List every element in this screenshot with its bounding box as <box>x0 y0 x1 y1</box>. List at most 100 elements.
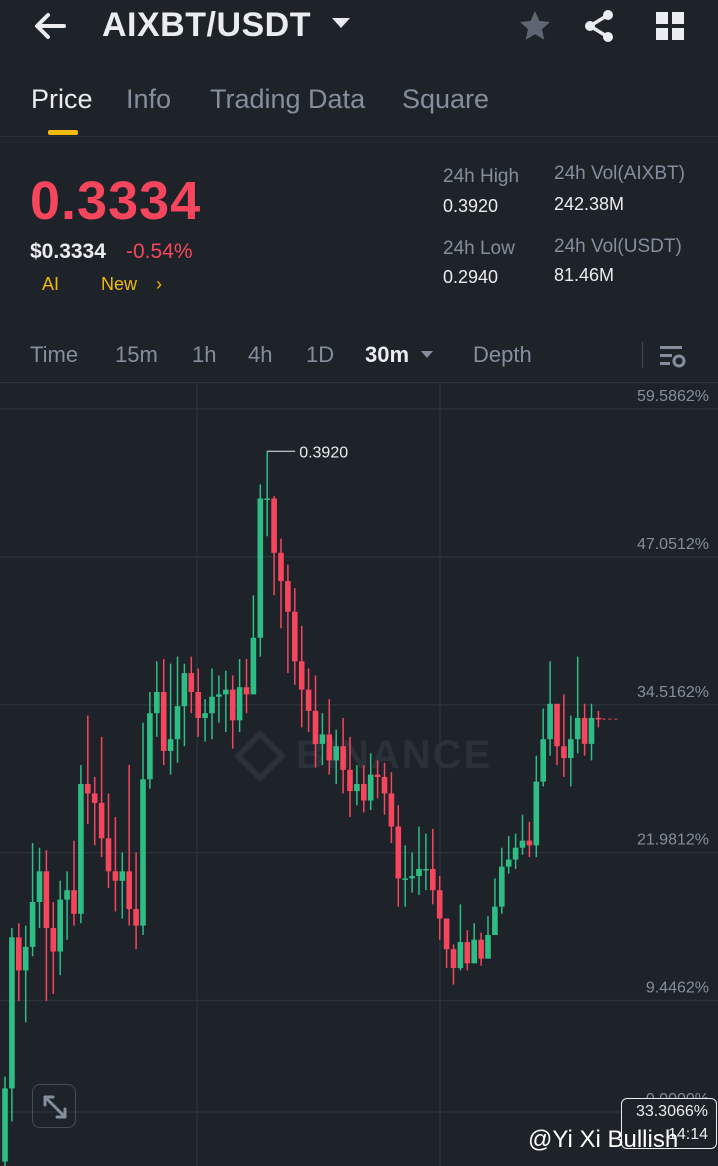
ai-tag[interactable]: AI <box>42 274 59 295</box>
candle-body <box>374 774 381 777</box>
tab-square[interactable]: Square <box>402 84 489 115</box>
candle-body <box>533 781 540 846</box>
candle-body <box>409 876 415 879</box>
candle-body <box>485 935 491 959</box>
candle-body <box>188 673 195 692</box>
interval-4h[interactable]: 4h <box>248 342 272 368</box>
expand-chart-button[interactable] <box>32 1084 76 1128</box>
candle-body <box>126 871 132 910</box>
candle-body <box>554 703 560 747</box>
candlestick-chart[interactable]: 59.5862% 47.0512% 34.5162% 21.9812% 9.4462% 0… <box>0 384 718 1166</box>
candle-body <box>36 871 43 902</box>
share-icon[interactable] <box>581 8 617 44</box>
candle-body <box>347 769 353 792</box>
vol-base-label: 24h Vol(AIXBT) <box>554 163 685 184</box>
new-tag[interactable]: New <box>101 274 137 295</box>
candle-body <box>416 868 422 877</box>
candle-body <box>257 498 264 638</box>
candle-body <box>195 691 201 718</box>
y-tick-label: 9.4462% <box>646 980 709 997</box>
binance-logo-icon <box>233 729 287 783</box>
high-value: 0.3920 <box>443 196 499 216</box>
candle-body <box>319 734 326 744</box>
grid-icon[interactable] <box>652 8 688 44</box>
interval-1h[interactable]: 1h <box>192 342 216 368</box>
candle-body <box>388 793 395 827</box>
active-tab-indicator <box>48 130 78 135</box>
star-icon[interactable] <box>517 8 553 44</box>
candle-body <box>78 784 84 914</box>
caret-down-icon[interactable] <box>330 16 352 30</box>
price-change: -0.54% <box>126 240 193 263</box>
candle-body <box>588 717 595 744</box>
vol-base-value: 242.38M <box>554 194 625 214</box>
watermark-credit: @Yi Xi Bullish <box>528 1126 679 1153</box>
back-arrow-icon[interactable] <box>30 8 70 44</box>
candle-body <box>64 890 70 900</box>
candle-body <box>505 859 512 867</box>
candle-body <box>91 793 98 803</box>
candle-body <box>595 717 602 720</box>
candle-body <box>457 942 464 969</box>
candle-body <box>547 703 553 740</box>
candle-body <box>499 866 505 907</box>
chart-canvas: 59.5862% 47.0512% 34.5162% 21.9812% 9.4462% 0… <box>0 384 718 1166</box>
candle-body <box>174 706 181 740</box>
candle-body <box>312 710 319 744</box>
chart-settings-icon[interactable] <box>658 343 686 369</box>
candle-body <box>264 498 270 501</box>
candle-body <box>133 909 139 926</box>
tab-bar: Price Info Trading Data Square <box>0 80 718 137</box>
interval-1d[interactable]: 1D <box>306 342 334 368</box>
candle-body <box>568 739 574 759</box>
candle-body <box>381 776 388 794</box>
candle-body <box>478 939 484 959</box>
candle-body <box>22 946 29 971</box>
last-price: 0.3334 <box>30 171 202 231</box>
candle-body <box>229 689 236 721</box>
chevron-right-icon[interactable]: › <box>156 274 162 295</box>
candle-body <box>202 713 208 718</box>
top-bar: AIXBT/USDT <box>0 0 718 56</box>
candle-body <box>450 949 457 969</box>
tab-trading-data[interactable]: Trading Data <box>210 84 365 115</box>
candle-body <box>50 927 57 952</box>
candle-body <box>271 498 277 553</box>
candle-body <box>140 779 146 926</box>
candle-body <box>181 673 188 707</box>
candle-body <box>112 871 119 881</box>
candle-body <box>98 802 105 839</box>
usd-price: $0.3334 <box>30 240 106 263</box>
divider <box>642 342 643 368</box>
y-tick-label: 34.5162% <box>637 684 709 701</box>
high-marker-label: 0.3920 <box>299 444 348 461</box>
candle-body <box>85 784 91 794</box>
interval-30m[interactable]: 30m <box>365 342 409 368</box>
trading-pair-title[interactable]: AIXBT/USDT <box>102 6 311 45</box>
candle-body <box>519 840 526 848</box>
low-value: 0.2940 <box>443 267 499 287</box>
y-tick-label: 59.5862% <box>637 388 709 405</box>
candle-body <box>119 871 126 881</box>
tab-depth[interactable]: Depth <box>473 342 532 368</box>
interval-time[interactable]: Time <box>30 342 78 368</box>
y-tick-label: 21.9812% <box>637 832 709 849</box>
candle-body <box>333 746 339 761</box>
candle-body <box>167 739 174 751</box>
candle-body <box>443 918 450 950</box>
candle-body <box>540 739 546 782</box>
candle-body <box>305 689 312 711</box>
y-tick-label: 47.0512% <box>637 536 709 553</box>
interval-15m[interactable]: 15m <box>115 342 158 368</box>
candle-body <box>2 1088 8 1162</box>
caret-down-icon[interactable] <box>420 350 434 359</box>
tab-info[interactable]: Info <box>126 84 171 115</box>
candle-body <box>395 826 402 879</box>
candle-body <box>436 890 443 919</box>
candle-body <box>354 784 360 792</box>
tab-price[interactable]: Price <box>31 84 93 115</box>
candle-body <box>105 838 112 872</box>
candle-body <box>71 890 77 914</box>
candle-body <box>154 691 160 714</box>
candle-body <box>209 696 215 714</box>
